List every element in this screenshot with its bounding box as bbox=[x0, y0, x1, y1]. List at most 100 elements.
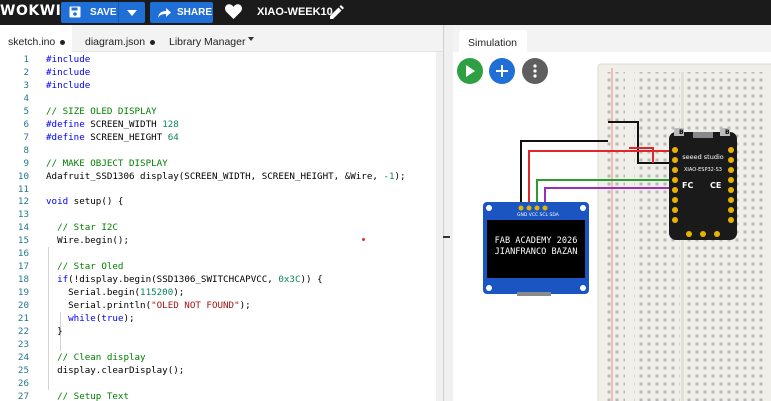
code-line[interactable]: 24 // Clean display bbox=[0, 351, 443, 364]
code-text: // SIZE OLED DISPLAY bbox=[46, 105, 157, 117]
code-line[interactable]: 19 Serial.begin(115200); bbox=[0, 286, 443, 299]
tab-label: Library Manager bbox=[169, 36, 246, 48]
pin-b-right: B bbox=[725, 129, 730, 136]
chevron-down-icon[interactable] bbox=[127, 10, 137, 16]
code-line[interactable]: 15 Wire.begin(); bbox=[0, 234, 443, 247]
code-text: Serial.begin(115200); bbox=[46, 287, 185, 299]
save-button-separator bbox=[118, 2, 119, 23]
code-text: // Star I2C bbox=[46, 222, 118, 234]
line-number: 26 bbox=[17, 377, 29, 389]
code-line[interactable]: 7 #define SCREEN_HEIGHT 64 bbox=[0, 131, 443, 144]
tab-diagram-json[interactable]: diagram.json bbox=[85, 25, 156, 52]
tab-sketch-ino[interactable]: sketch.ino bbox=[0, 25, 72, 52]
line-number: 17 bbox=[17, 261, 29, 273]
panel-divider[interactable] bbox=[443, 25, 453, 401]
line-number: 2 bbox=[23, 66, 29, 78]
tab-menu-caret-icon[interactable] bbox=[248, 37, 254, 41]
code-line[interactable]: 6 #define SCREEN_WIDTH 128 bbox=[0, 118, 443, 131]
code-line[interactable]: 1 #include bbox=[0, 53, 443, 66]
code-area[interactable]: 1 #include 2 #include 3 #include 4 5 // SIZE OLE… bbox=[0, 52, 443, 401]
line-number: 13 bbox=[17, 209, 29, 221]
plus-icon bbox=[496, 65, 508, 77]
share-button-label: SHARE bbox=[177, 7, 213, 18]
oled-line-2: JIANFRANCO BAZAN bbox=[495, 247, 578, 257]
line-number: 25 bbox=[17, 364, 29, 376]
tab-simulation[interactable]: Simulation bbox=[459, 30, 527, 52]
code-text: // Clean display bbox=[46, 351, 146, 363]
code-line[interactable]: 18 if(!display.begin(SSD1306_SWITCHCAPVC… bbox=[0, 273, 443, 286]
editor-scrollbar[interactable] bbox=[436, 52, 443, 401]
code-line[interactable]: 16 bbox=[0, 247, 443, 260]
line-number: 9 bbox=[23, 157, 29, 169]
code-line[interactable]: 9 // MAKE OBJECT DISPLAY bbox=[0, 157, 443, 170]
code-editor-panel: sketch.ino diagram.json Library Manager … bbox=[0, 25, 443, 401]
line-number: 11 bbox=[17, 183, 29, 195]
code-line[interactable]: 11 bbox=[0, 183, 443, 196]
code-line[interactable]: 5 // SIZE OLED DISPLAY bbox=[0, 105, 443, 118]
share-button[interactable]: SHARE bbox=[150, 2, 213, 23]
code-line[interactable]: 26 bbox=[0, 377, 443, 390]
code-line[interactable]: 22 } bbox=[0, 325, 443, 338]
line-number: 8 bbox=[23, 144, 29, 156]
code-line[interactable]: 10 Adafruit_SSD1306 display(SCREEN_WIDTH,… bbox=[0, 170, 443, 183]
tab-library-manager[interactable]: Library Manager bbox=[169, 25, 245, 52]
more-options-button[interactable] bbox=[522, 58, 548, 84]
heart-icon[interactable] bbox=[225, 4, 242, 19]
save-button[interactable]: SAVE bbox=[61, 2, 145, 23]
code-line[interactable]: 3 #include bbox=[0, 79, 443, 92]
code-line[interactable]: 2 #include bbox=[0, 66, 443, 79]
save-button-label: SAVE bbox=[90, 7, 117, 18]
more-vertical-icon bbox=[533, 64, 537, 78]
code-line[interactable]: 14 // Star I2C bbox=[0, 221, 443, 234]
circuit-diagram[interactable]: GND VCC SCL SDA FAB ACADEMY 2026 JIANFRA… bbox=[453, 52, 771, 401]
line-number: 22 bbox=[17, 325, 29, 337]
code-text: // Star Oled bbox=[46, 261, 124, 273]
code-text: if(!display.begin(SSD1306_SWITCHCAPVCC, … bbox=[57, 274, 323, 286]
pencil-edit-icon[interactable] bbox=[330, 5, 344, 19]
code-text: } bbox=[46, 325, 63, 337]
oled-display[interactable]: GND VCC SCL SDA FAB ACADEMY 2026 JIANFRA… bbox=[483, 202, 589, 296]
add-part-button[interactable] bbox=[489, 58, 515, 84]
ce-mark: CE bbox=[710, 181, 721, 190]
line-number: 4 bbox=[23, 92, 29, 104]
code-text: while(true); bbox=[68, 313, 135, 324]
code-text: #include bbox=[46, 54, 91, 65]
code-line[interactable]: 8 bbox=[0, 144, 443, 157]
play-icon bbox=[466, 65, 475, 77]
code-line[interactable]: 23 bbox=[0, 338, 443, 351]
code-text: // MAKE OBJECT DISPLAY bbox=[46, 157, 168, 169]
wokwi-logo[interactable]: WOKWI bbox=[0, 3, 61, 19]
line-number: 20 bbox=[17, 300, 29, 312]
unsaved-dot-icon bbox=[150, 39, 156, 45]
code-line[interactable]: 20 Serial.println("OLED NOT FOUND"); bbox=[0, 299, 443, 312]
start-simulation-button[interactable] bbox=[457, 58, 483, 84]
code-line[interactable]: 17 // Star Oled bbox=[0, 260, 443, 273]
code-line[interactable]: 25 display.clearDisplay(); bbox=[0, 364, 443, 377]
line-number: 27 bbox=[17, 390, 29, 401]
code-line[interactable]: 27 // Setup Text bbox=[0, 390, 443, 401]
divider-grip[interactable] bbox=[443, 236, 450, 238]
line-number: 5 bbox=[23, 105, 29, 117]
line-number: 12 bbox=[17, 196, 29, 208]
code-text: #include bbox=[46, 79, 91, 91]
line-number: 24 bbox=[17, 351, 29, 363]
line-number: 15 bbox=[17, 235, 29, 247]
tab-label: diagram.json bbox=[85, 36, 146, 48]
code-text: #define SCREEN_HEIGHT 64 bbox=[46, 131, 179, 143]
board-model: XIAO-ESP32-S3 bbox=[684, 167, 722, 173]
unsaved-dot-icon bbox=[60, 39, 66, 45]
simulation-tabs: Simulation bbox=[453, 25, 771, 52]
code-line[interactable]: 13 bbox=[0, 208, 443, 221]
tab-label: sketch.ino bbox=[8, 36, 56, 48]
code-line[interactable]: 4 bbox=[0, 92, 443, 105]
code-line[interactable]: 12 void setup() { bbox=[0, 195, 443, 208]
code-text: #define SCREEN_WIDTH 128 bbox=[46, 118, 179, 130]
code-text: void setup() { bbox=[46, 196, 124, 208]
line-number: 3 bbox=[23, 79, 29, 91]
project-name[interactable]: XIAO-WEEK10 bbox=[257, 6, 333, 18]
simulation-canvas[interactable]: GND VCC SCL SDA FAB ACADEMY 2026 JIANFRA… bbox=[453, 52, 771, 401]
xiao-esp32-s3-board[interactable]: B B seeed studio XIAO-ESP32-S3 FC CE bbox=[669, 128, 737, 240]
line-number: 16 bbox=[17, 248, 29, 260]
code-line[interactable]: 21 while(true); bbox=[0, 312, 443, 325]
line-number: 14 bbox=[17, 222, 29, 234]
